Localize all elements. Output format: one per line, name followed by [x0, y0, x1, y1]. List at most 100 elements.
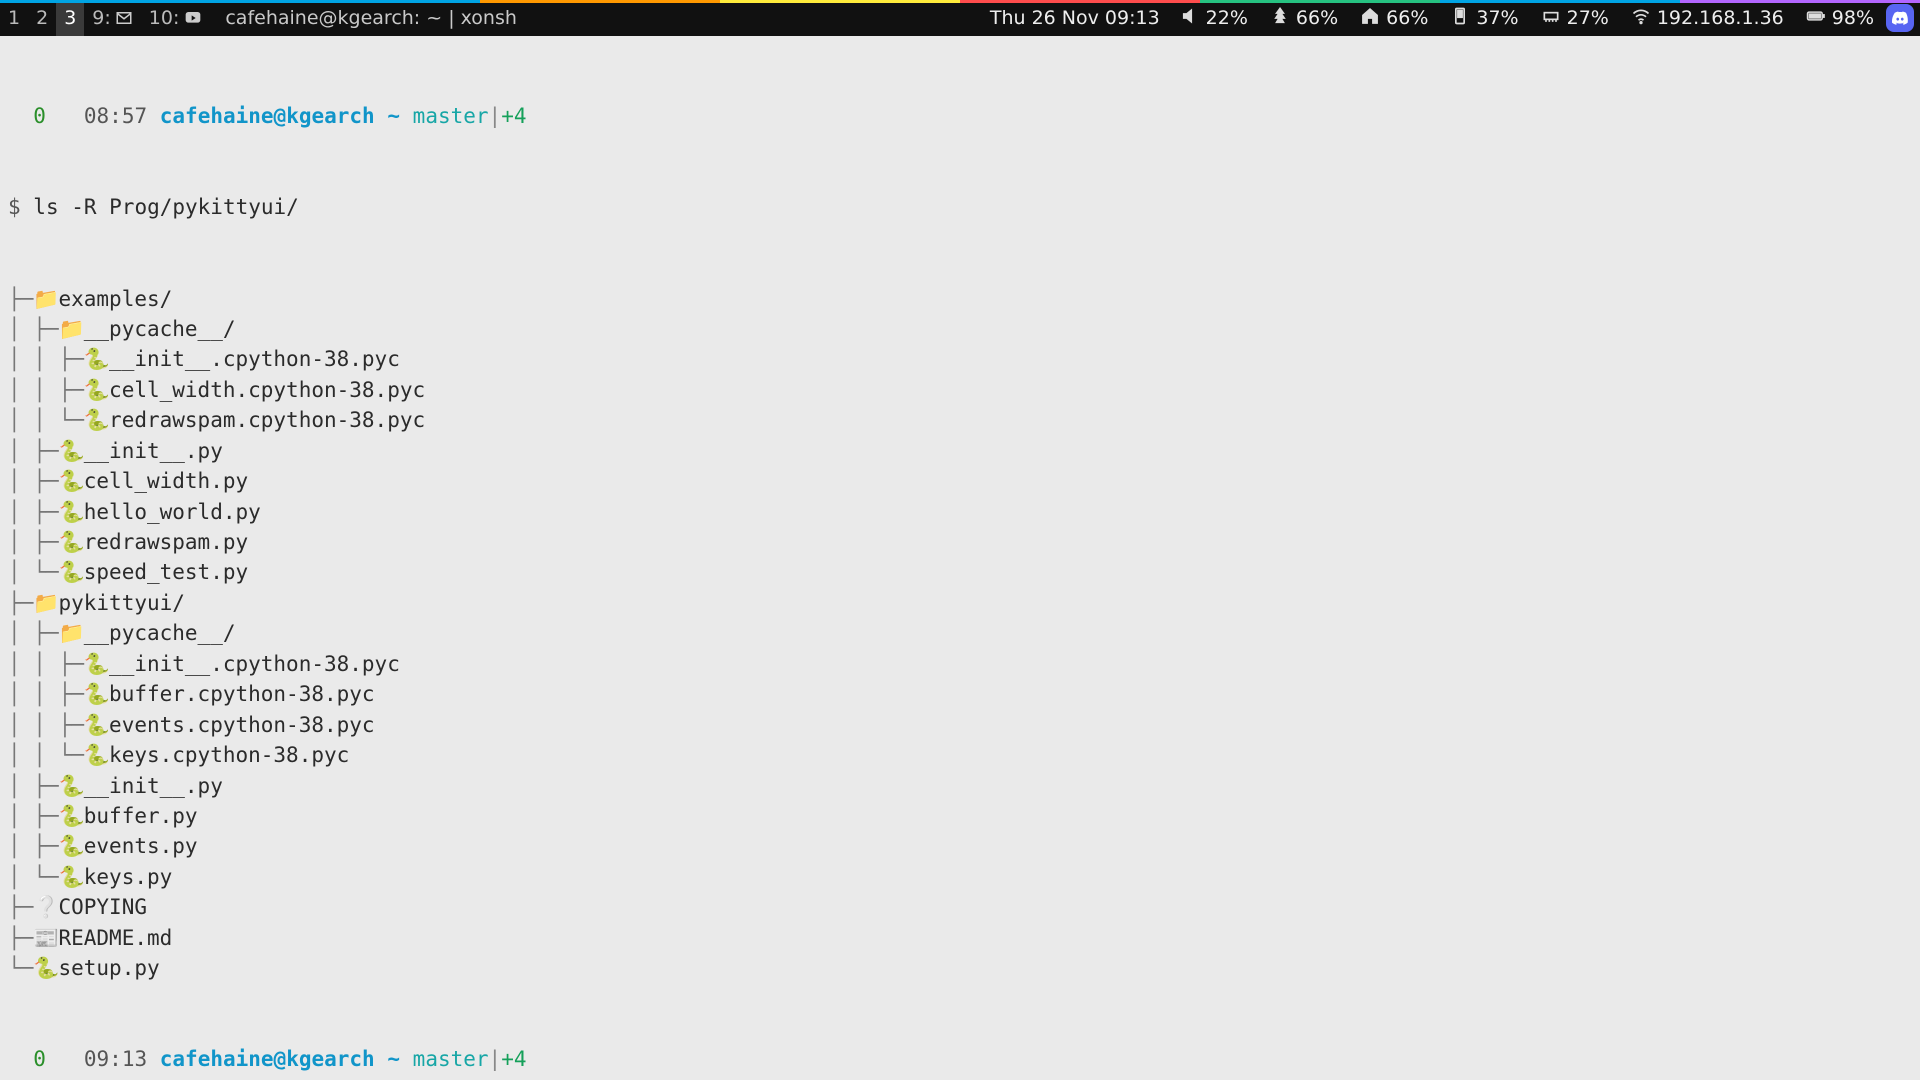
tree-row: │ │ └─🐍keys.cpython-38.pyc: [8, 740, 1912, 770]
accent-strip: [0, 0, 1920, 3]
prompt-userhost: cafehaine@kgearch: [160, 1047, 375, 1071]
tree-filename: cell_width.py: [84, 469, 248, 493]
tree-prefix: │ ├─: [8, 469, 59, 493]
prompt-time: 08:57: [84, 104, 147, 128]
prompt-sep: ~: [387, 104, 400, 128]
tree-prefix: │ ├─: [8, 500, 59, 524]
tree-row: │ │ ├─🐍__init__.cpython-38.pyc: [8, 344, 1912, 374]
python-icon: 🐍: [59, 497, 84, 527]
tree-filename: COPYING: [58, 895, 147, 919]
indicator-value: 22%: [1206, 7, 1248, 29]
tree-row: │ │ ├─🐍buffer.cpython-38.pyc: [8, 679, 1912, 709]
tree-row: └─🐍setup.py: [8, 953, 1912, 983]
prompt-line-1: 0 08:57 cafehaine@kgearch ~ master|+4: [8, 101, 1912, 131]
git-branch: master: [413, 104, 489, 128]
tree-row: ├─📁pykittyui/: [8, 588, 1912, 618]
battery-icon: [1806, 6, 1826, 31]
tree-prefix: │ ├─: [8, 317, 59, 341]
tree-filename: __init__.py: [84, 774, 223, 798]
tree-prefix: │ │ ├─: [8, 347, 84, 371]
status-bar: 1239:10: cafehaine@kgearch: ~ | xonsh Th…: [0, 0, 1920, 36]
tree-prefix: │ │ ├─: [8, 378, 84, 402]
indicator-wifi[interactable]: 192.168.1.36: [1625, 6, 1790, 31]
tree-output: ├─📁examples/│ ├─📁__pycache__/│ │ ├─🐍__in…: [8, 284, 1912, 984]
python-icon: 🐍: [84, 740, 109, 770]
workspace-3[interactable]: 3: [56, 0, 84, 36]
tree-prefix: │ ├─: [8, 530, 59, 554]
tree-row: │ │ └─🐍redrawspam.cpython-38.pyc: [8, 405, 1912, 435]
workspace-9[interactable]: 9:: [84, 0, 141, 36]
tree-prefix: │ │ ├─: [8, 682, 84, 706]
tree-icon: [1270, 6, 1290, 31]
tree-filename: hello_world.py: [84, 500, 261, 524]
tree-filename: redrawspam.cpython-38.pyc: [109, 408, 425, 432]
tree-filename: events.py: [84, 834, 198, 858]
document-icon: 📰: [33, 923, 58, 953]
home-icon: [1360, 6, 1380, 31]
youtube-icon: [183, 10, 203, 26]
tree-row: │ ├─🐍buffer.py: [8, 801, 1912, 831]
tree-row: │ │ ├─🐍cell_width.cpython-38.pyc: [8, 375, 1912, 405]
python-icon: 🐍: [33, 953, 58, 983]
tree-filename: keys.cpython-38.pyc: [109, 743, 349, 767]
indicator-battery[interactable]: 98%: [1800, 6, 1880, 31]
prompt-userhost: cafehaine@kgearch: [160, 104, 375, 128]
tree-filename: setup.py: [58, 956, 159, 980]
window-title-text: cafehaine@kgearch: ~ | xonsh: [225, 7, 517, 29]
folder-icon: 📁: [59, 618, 84, 648]
tree-prefix: └─: [8, 956, 33, 980]
window-title: cafehaine@kgearch: ~ | xonsh: [211, 7, 531, 29]
git-bar: |: [489, 104, 502, 128]
python-icon: 🐍: [59, 831, 84, 861]
tree-row: │ └─🐍keys.py: [8, 862, 1912, 892]
tree-prefix: │ ├─: [8, 834, 59, 858]
tree-prefix: │ │ ├─: [8, 713, 84, 737]
memory-icon: [1541, 6, 1561, 31]
python-icon: 🐍: [59, 527, 84, 557]
python-icon: 🐍: [59, 801, 84, 831]
indicator-volume[interactable]: 22%: [1174, 6, 1254, 31]
tree-filename: buffer.py: [84, 804, 198, 828]
clock: Thu 26 Nov 09:13: [976, 7, 1174, 29]
tree-filename: buffer.cpython-38.pyc: [109, 682, 375, 706]
folder-icon: 📁: [33, 284, 58, 314]
indicator-home[interactable]: 66%: [1354, 6, 1434, 31]
tree-filename: README.md: [58, 926, 172, 950]
tree-prefix: │ ├─: [8, 439, 59, 463]
git-branch: master: [413, 1047, 489, 1071]
python-icon: 🐍: [84, 405, 109, 435]
tree-row: ├─📰README.md: [8, 923, 1912, 953]
tree-row: │ │ ├─🐍__init__.cpython-38.pyc: [8, 649, 1912, 679]
tree-filename: __pycache__/: [84, 621, 236, 645]
tree-filename: pykittyui/: [58, 591, 184, 615]
prompt-time: 09:13: [84, 1047, 147, 1071]
indicator-tree[interactable]: 66%: [1264, 6, 1344, 31]
tray-discord-icon[interactable]: [1886, 4, 1914, 32]
python-icon: 🐍: [59, 771, 84, 801]
workspace-2[interactable]: 2: [28, 0, 56, 36]
tree-row: │ │ ├─🐍events.cpython-38.pyc: [8, 710, 1912, 740]
indicator-value: 98%: [1832, 7, 1874, 29]
indicator-memory[interactable]: 27%: [1535, 6, 1615, 31]
tree-row: │ ├─🐍redrawspam.py: [8, 527, 1912, 557]
tree-prefix: │ ├─: [8, 774, 59, 798]
tree-row: │ ├─📁__pycache__/: [8, 314, 1912, 344]
prompt-symbol: $: [8, 195, 33, 219]
git-bar: |: [489, 1047, 502, 1071]
indicator-disk[interactable]: 37%: [1444, 6, 1524, 31]
python-icon: 🐍: [84, 344, 109, 374]
unknown-file-icon: ❔: [33, 892, 58, 922]
python-icon: 🐍: [84, 679, 109, 709]
python-icon: 🐍: [59, 436, 84, 466]
tree-prefix: │ ├─: [8, 804, 59, 828]
tree-prefix: ├─: [8, 591, 33, 615]
workspace-1[interactable]: 1: [0, 0, 28, 36]
workspace-10[interactable]: 10:: [141, 0, 212, 36]
tree-prefix: ├─: [8, 926, 33, 950]
terminal[interactable]: 0 08:57 cafehaine@kgearch ~ master|+4 $ …: [0, 36, 1920, 1080]
command-line: $ ls -R Prog/pykittyui/: [8, 192, 1912, 222]
mail-icon: [115, 9, 133, 27]
wifi-icon: [1631, 6, 1651, 31]
folder-icon: 📁: [33, 588, 58, 618]
indicator-value: 27%: [1567, 7, 1609, 29]
